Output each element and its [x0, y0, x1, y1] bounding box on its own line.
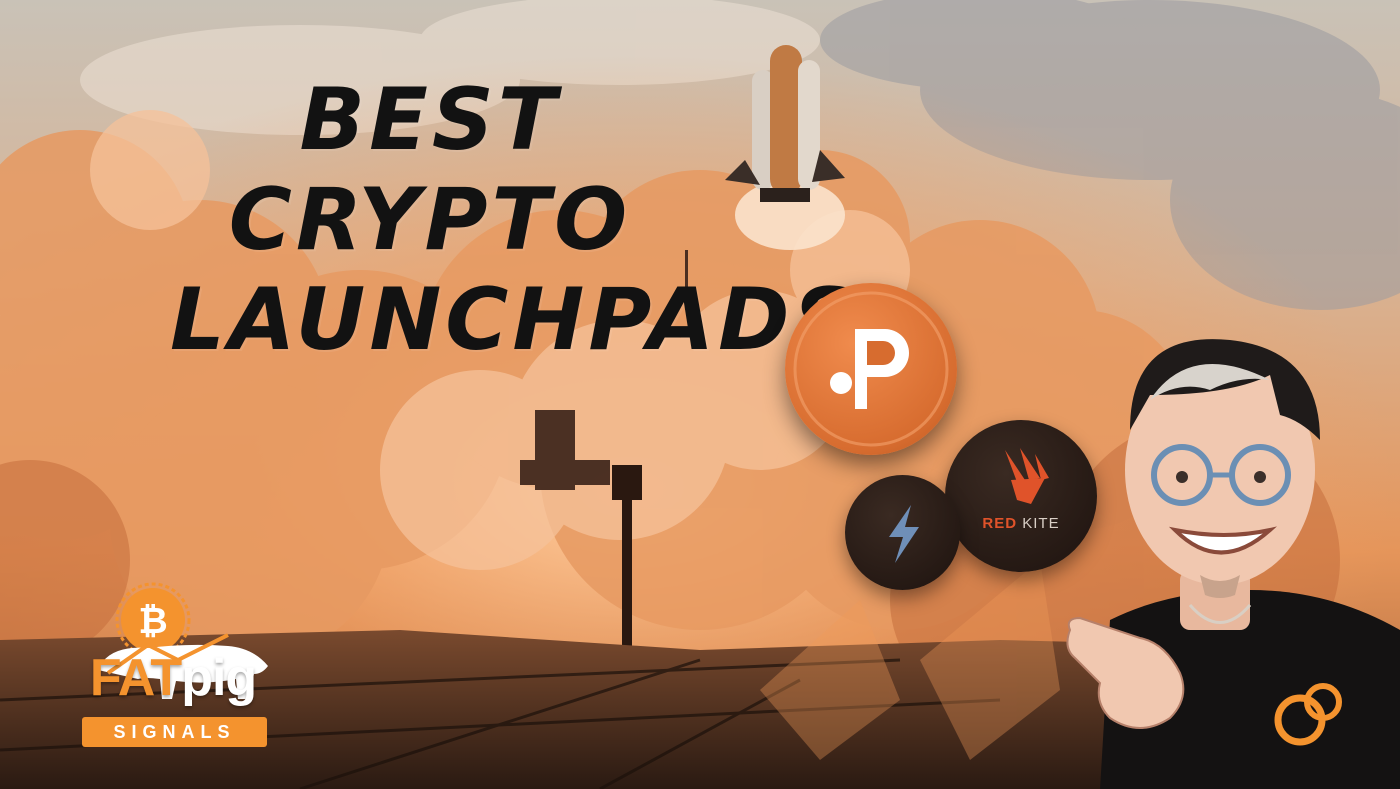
fatpig-word-fat: FAT: [89, 649, 182, 707]
polkastarter-p-icon: [793, 291, 949, 447]
thumbnail-scene: BEST CRYPTO LAUNCHPADS! RED KITE ₿ FATpi…: [0, 0, 1400, 789]
presenter-avatar: [1066, 339, 1400, 789]
fatpig-wordmark: FATpig: [78, 650, 268, 706]
lightning-coin: [845, 475, 960, 590]
headline-line-1: BEST: [299, 70, 561, 170]
headline-line-3: LAUNCHPADS!: [170, 270, 903, 370]
headline-line-2: CRYPTO: [228, 170, 632, 270]
svg-text:₿: ₿: [138, 600, 167, 641]
fatpig-word-pig: pig: [181, 649, 257, 707]
headline-title: BEST CRYPTO LAUNCHPADS!: [170, 70, 903, 370]
red-kite-label-red: RED: [982, 515, 1018, 532]
signals-label: SIGNALS: [82, 717, 267, 747]
lightning-bolt-icon: [889, 505, 919, 563]
polkastarter-coin: [785, 283, 957, 455]
